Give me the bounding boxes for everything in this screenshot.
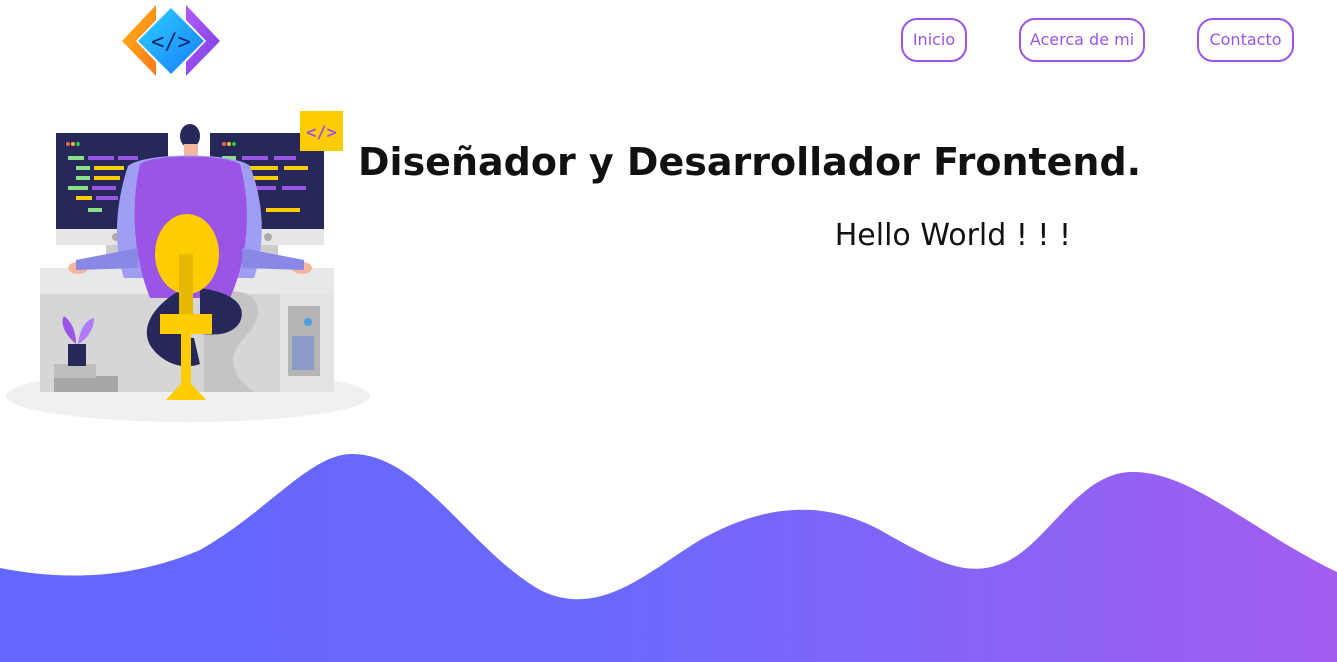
nav-acerca-button[interactable]: Acerca de mi <box>1019 18 1145 62</box>
hero-title: Diseñador y Desarrollador Frontend. <box>358 140 1142 184</box>
code-brackets-logo-icon[interactable]: </> <box>120 4 222 78</box>
decorative-wave <box>0 454 1337 662</box>
svg-text:</>: </> <box>151 30 191 55</box>
hero-subtitle: Hello World ! ! ! <box>834 218 1071 253</box>
nav-contacto-button[interactable]: Contacto <box>1197 18 1294 62</box>
developer-at-desk-illustration-icon: </> <box>6 111 370 422</box>
code-badge-text: </> <box>306 123 337 143</box>
landing-page: </> Inicio Acerca de mi Contacto </> Dis… <box>0 0 1337 662</box>
nav-inicio-button[interactable]: Inicio <box>901 18 967 62</box>
